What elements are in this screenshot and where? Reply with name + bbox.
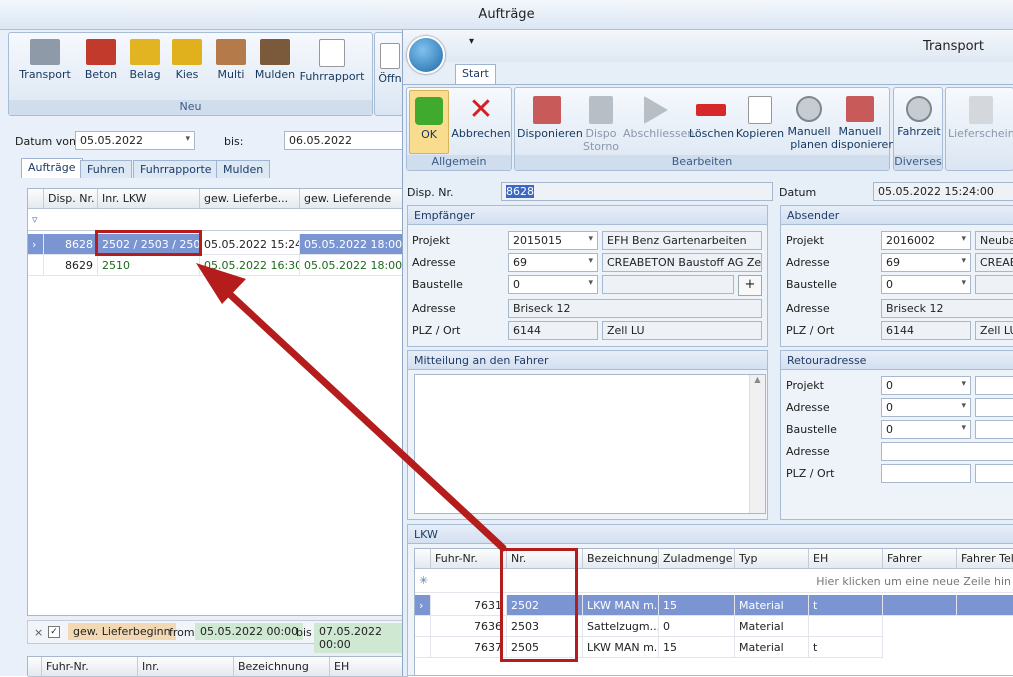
arrow-shaft — [218, 283, 507, 552]
annotation-arrow — [196, 263, 507, 552]
